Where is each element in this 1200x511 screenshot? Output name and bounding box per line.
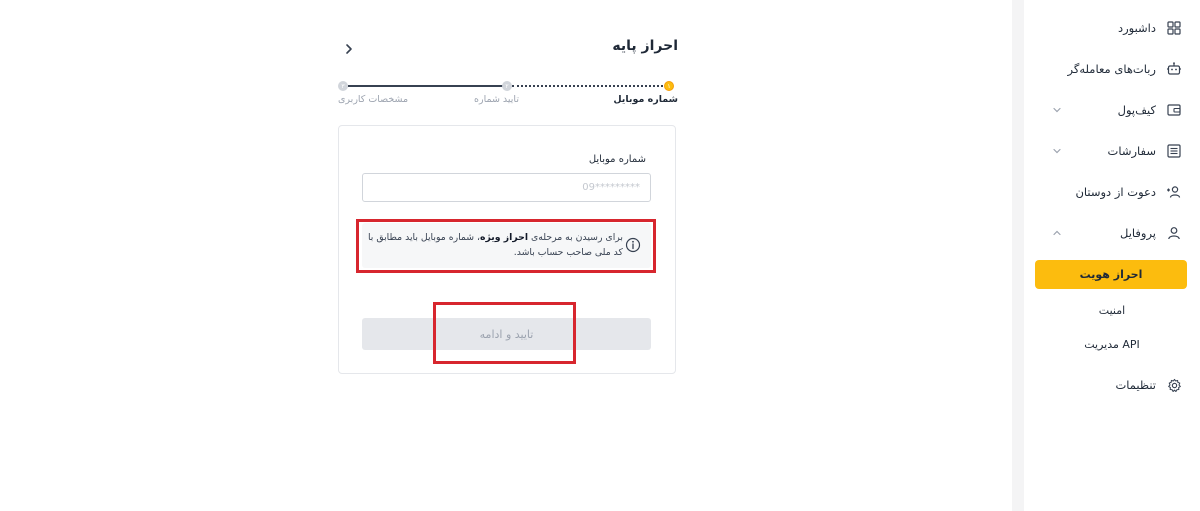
robot-icon: [1166, 61, 1182, 77]
step-dot-mobile: ۱: [664, 81, 674, 91]
sidebar-label-wallet: کیف‌پول: [1117, 103, 1156, 117]
sidebar-label-trading-bots: ربات‌های معامله‌گر: [1067, 62, 1156, 76]
sidebar-item-settings[interactable]: تنظیمات: [1024, 370, 1200, 400]
step-dot-user-info: ۳: [338, 81, 348, 91]
step-label-verify: تایید شماره: [474, 94, 519, 105]
sidebar-item-wallet[interactable]: کیف‌پول: [1024, 95, 1200, 125]
step-number-3: ۳: [341, 82, 345, 90]
sidebar-item-dashboard[interactable]: داشبورد: [1024, 13, 1200, 43]
sidebar-label-settings: تنظیمات: [1115, 378, 1156, 392]
page-title: احراز پایه: [612, 38, 678, 54]
gear-icon: [1166, 377, 1182, 393]
button-highlight-box: [433, 302, 576, 364]
sidebar-subitem-identity-verification[interactable]: احراز هویت: [1035, 260, 1187, 289]
sidebar-subitem-security[interactable]: امنیت: [1024, 297, 1200, 323]
user-icon: [1166, 225, 1182, 241]
step-label-user-info: مشخصات کاربری: [338, 94, 409, 105]
chevron-down-icon[interactable]: [1052, 105, 1062, 115]
sidebar-subitem-api-management[interactable]: مدیریت API: [1024, 331, 1200, 357]
progress-stepper: ۱ ۲ ۳ شماره موبایل تایید شماره مشخصات کا…: [338, 78, 678, 108]
info-highlight-box: [356, 219, 656, 273]
wallet-icon: [1166, 102, 1182, 118]
sidebar-label-orders: سفارشات: [1107, 144, 1156, 158]
sidebar-item-invite-friends[interactable]: دعوت از دوستان: [1024, 177, 1200, 207]
stepper-line-1: [512, 85, 667, 87]
mobile-field-label: شماره موبایل: [588, 154, 646, 165]
chevron-down-icon[interactable]: [1052, 146, 1062, 156]
dashboard-grid-icon: [1166, 20, 1182, 36]
step-dot-verify: ۲: [502, 81, 512, 91]
sidebar-label-invite-friends: دعوت از دوستان: [1075, 185, 1156, 199]
orders-list-icon: [1166, 143, 1182, 159]
stepper-line-2: [348, 85, 508, 87]
sidebar: داشبورد ربات‌های معامله‌گر کیف‌پول: [1024, 0, 1200, 511]
sidebar-item-profile[interactable]: پروفایل: [1024, 218, 1200, 248]
sidebar-label-profile: پروفایل: [1119, 226, 1156, 240]
sidebar-item-trading-bots[interactable]: ربات‌های معامله‌گر: [1024, 54, 1200, 84]
chevron-up-icon[interactable]: [1052, 228, 1062, 238]
sidebar-item-orders[interactable]: سفارشات: [1024, 136, 1200, 166]
step-number-1: ۱: [667, 82, 671, 90]
mobile-number-input[interactable]: [362, 173, 651, 202]
chevron-left-icon[interactable]: [343, 42, 355, 56]
step-label-mobile: شماره موبایل: [613, 94, 678, 105]
step-number-2: ۲: [505, 82, 509, 90]
sidebar-label-dashboard: داشبورد: [1117, 21, 1156, 35]
invite-friends-icon: [1166, 184, 1182, 200]
